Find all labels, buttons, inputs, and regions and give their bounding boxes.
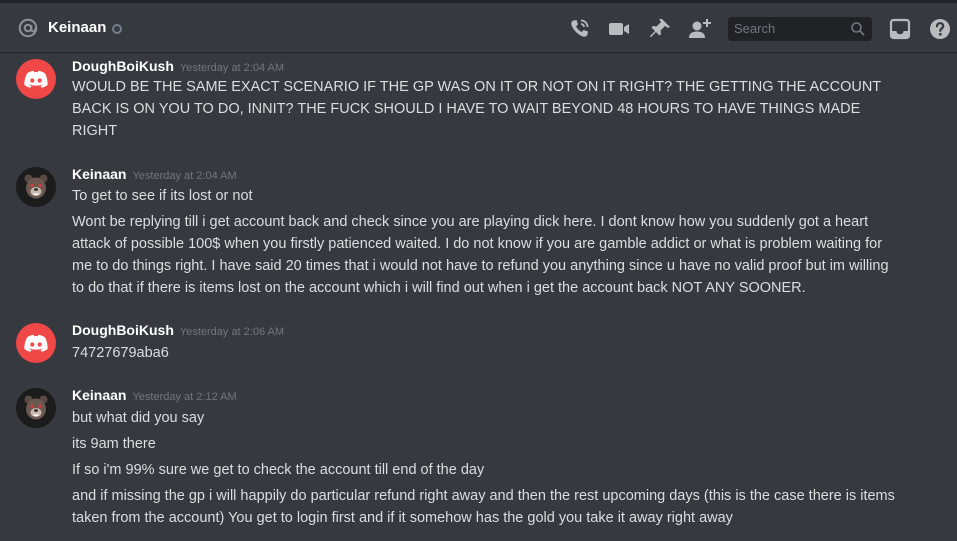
message-text: To get to see if its lost or not: [72, 188, 253, 204]
bear-face-icon: [16, 388, 56, 428]
message-text: WOULD BE THE SAME EXACT SCENARIO IF THE …: [72, 79, 881, 139]
channel-header: Keinaan Search: [0, 0, 957, 52]
add-friend-icon[interactable]: [688, 17, 712, 41]
search-icon[interactable]: [850, 21, 866, 37]
bear-face-icon: [16, 167, 56, 207]
discord-logo-icon: [24, 334, 48, 352]
message-text: its 9am there: [72, 436, 156, 452]
message-author[interactable]: Keinaan Yesterday at 2:04 AM: [72, 166, 237, 182]
message-list[interactable]: DoughBoiKush Yesterday at 2:04 AM WOULD B…: [0, 52, 957, 541]
message-text: 74727679aba6: [72, 345, 169, 361]
search-input[interactable]: Search: [734, 21, 775, 36]
message-text: If so i'm 99% sure we get to check the a…: [72, 462, 485, 478]
message-timestamp: Yesterday at 2:06 AM: [179, 326, 285, 338]
inbox-icon[interactable]: [888, 17, 912, 41]
author-name[interactable]: DoughBoiKush: [72, 58, 174, 74]
message-timestamp: Yesterday at 2:04 AM: [132, 170, 237, 182]
avatar[interactable]: [16, 388, 56, 428]
discord-logo-icon: [24, 70, 48, 88]
search-bar[interactable]: Search: [728, 17, 872, 41]
message-timestamp: Yesterday at 2:04 AM: [179, 62, 285, 74]
message-timestamp: Yesterday at 2:12 AM: [132, 391, 237, 403]
author-name[interactable]: Keinaan: [72, 387, 126, 403]
message-text: but what did you say: [72, 410, 205, 426]
status-indicator: [112, 24, 122, 34]
avatar[interactable]: [16, 167, 56, 207]
call-icon[interactable]: [567, 17, 591, 41]
avatar[interactable]: [16, 59, 56, 99]
at-icon: [18, 18, 38, 38]
message-author[interactable]: Keinaan Yesterday at 2:12 AM: [72, 387, 237, 403]
video-icon[interactable]: [607, 17, 631, 41]
avatar[interactable]: [16, 323, 56, 363]
message-text: Wont be replying till i get account back…: [72, 214, 889, 296]
message-author[interactable]: DoughBoiKush Yesterday at 2:04 AM: [72, 58, 284, 74]
author-name[interactable]: DoughBoiKush: [72, 322, 174, 338]
pin-icon[interactable]: [648, 17, 672, 41]
help-icon[interactable]: [928, 17, 952, 41]
message-author[interactable]: DoughBoiKush Yesterday at 2:06 AM: [72, 322, 284, 338]
channel-name: Keinaan: [48, 19, 107, 36]
message-text: and if missing the gp i will happily do …: [72, 488, 895, 526]
author-name[interactable]: Keinaan: [72, 166, 126, 182]
